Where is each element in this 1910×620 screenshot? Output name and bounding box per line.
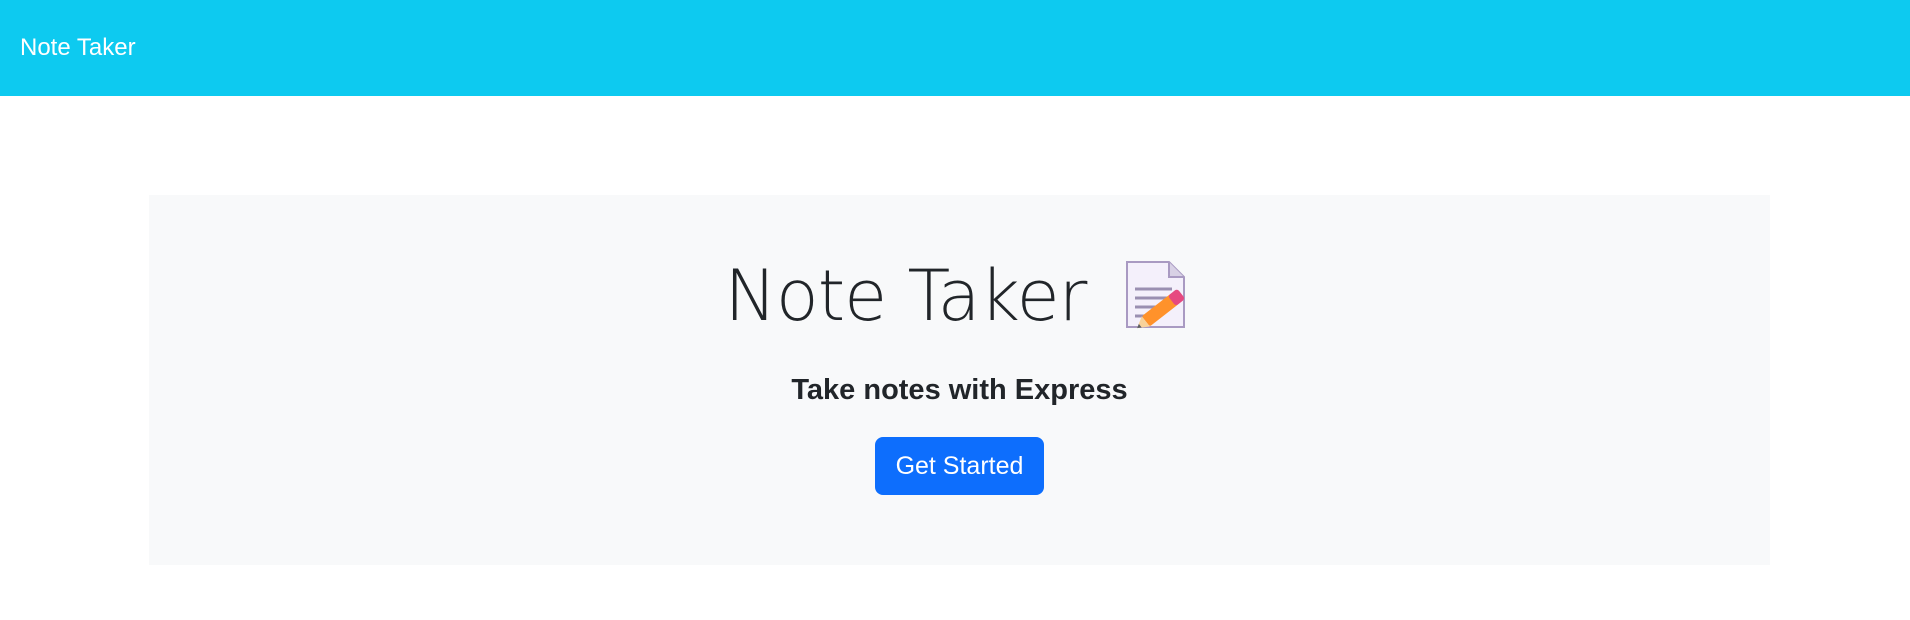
hero-panel: Note Taker Take notes with Express Get S…: [149, 195, 1770, 565]
get-started-button[interactable]: Get Started: [874, 437, 1045, 495]
top-navbar: Note Taker: [0, 0, 1910, 96]
navbar-brand-link[interactable]: Note Taker: [20, 34, 136, 62]
hero-subtitle: Take notes with Express: [791, 374, 1128, 406]
memo-icon: [1120, 259, 1194, 333]
hero-title-row: Note Taker: [149, 259, 1770, 333]
page-title: Note Taker: [724, 255, 1088, 337]
